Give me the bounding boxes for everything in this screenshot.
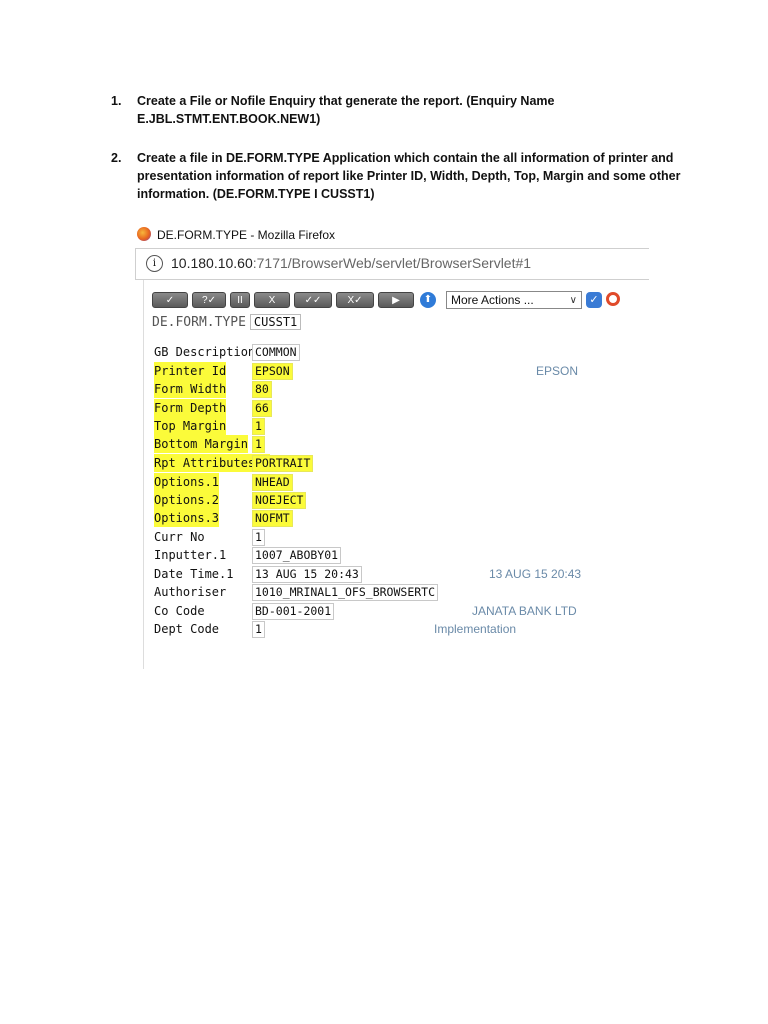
field-label: Date Time.1 <box>154 567 234 581</box>
field-value[interactable]: 1 <box>252 621 265 638</box>
step-text-end: ) <box>370 187 375 201</box>
field-enrichment: EPSON <box>536 364 579 378</box>
field-enrichment: JANATA BANK LTD <box>472 604 577 618</box>
field-value[interactable]: 13 AUG 15 20:43 <box>252 566 362 583</box>
t24-form-panel: ✓ ?✓ II X ✓✓ X✓ ▶ ⬆ More Actions ... ∨ ✓… <box>143 280 650 669</box>
application-label: DE.FORM.TYPE <box>152 315 246 330</box>
validate-button[interactable]: ?✓ <box>192 292 226 308</box>
hold-button[interactable]: II <box>230 292 250 308</box>
step-text: Create a File or Nofile Enquiry that gen… <box>137 94 467 108</box>
field-label: Options.2 <box>154 491 220 509</box>
help-lifebuoy-icon[interactable] <box>606 292 620 306</box>
step-text: Create a file in <box>137 151 226 165</box>
field-value[interactable]: PORTRAIT <box>252 455 314 472</box>
step-number: 1. <box>111 94 122 108</box>
window-titlebar: DE.FORM.TYPE - Mozilla Firefox <box>135 222 649 248</box>
field-label: Form Depth <box>154 399 227 417</box>
field-label: Authoriser <box>154 585 227 599</box>
field-label: Inputter.1 <box>154 548 227 562</box>
field-label: Dept Code <box>154 622 220 636</box>
reverse-button[interactable]: X✓ <box>336 292 374 308</box>
field-value[interactable]: 1 <box>252 418 265 435</box>
firefox-icon <box>137 227 151 241</box>
url-host: 10.180.10.60 <box>171 255 253 271</box>
field-value[interactable]: 1007_ABOBY01 <box>252 547 342 564</box>
field-value[interactable]: 1 <box>252 529 265 546</box>
field-value[interactable]: 80 <box>252 381 272 398</box>
delete-button[interactable]: X <box>254 292 290 308</box>
field-label: Options.1 <box>154 473 220 491</box>
field-value[interactable]: NHEAD <box>252 474 293 491</box>
field-value[interactable]: EPSON <box>252 363 293 380</box>
step-1: 1. Create a File or Nofile Enquiry that … <box>111 92 677 128</box>
record-id[interactable]: CUSST1 <box>249 314 302 330</box>
step-app-name: DE.FORM.TYPE <box>225 151 320 165</box>
window-title: DE.FORM.TYPE - Mozilla Firefox <box>157 228 336 242</box>
field-value[interactable]: BD-001-2001 <box>252 603 335 620</box>
field-value[interactable]: COMMON <box>252 344 300 361</box>
field-label: GB Description <box>154 345 256 359</box>
field-value[interactable]: NOFMT <box>252 510 293 527</box>
field-label: Options.3 <box>154 509 220 527</box>
commit-button[interactable]: ✓ <box>152 292 188 308</box>
field-label: Co Code <box>154 604 205 618</box>
authorise-button[interactable]: ✓✓ <box>294 292 332 308</box>
field-label: Curr No <box>154 530 205 544</box>
upload-icon[interactable]: ⬆ <box>420 292 436 308</box>
info-icon[interactable]: i <box>146 255 163 272</box>
url-bar[interactable]: i 10.180.10.60:7171/BrowserWeb/servlet/B… <box>135 248 649 280</box>
field-label: Printer Id <box>154 362 227 380</box>
step-record-ref: DE.FORM.TYPE I CUSST1 <box>216 187 371 201</box>
url-text[interactable]: 10.180.10.60:7171/BrowserWeb/servlet/Bro… <box>171 255 531 271</box>
chevron-down-icon: ∨ <box>569 295 577 306</box>
field-label: Bottom Margin <box>154 435 248 453</box>
field-value[interactable]: 1 <box>252 436 265 453</box>
more-actions-select[interactable]: More Actions ... ∨ <box>446 291 582 309</box>
step-2: 2. Create a file in DE.FORM.TYPE Applica… <box>111 149 682 203</box>
field-enrichment: Implementation <box>434 622 517 636</box>
more-actions-label: More Actions ... <box>451 293 534 307</box>
field-value[interactable]: 1010_MRINAL1_OFS_BROWSERTC <box>252 584 439 601</box>
step-number: 2. <box>111 151 122 165</box>
url-path: :7171/BrowserWeb/servlet/BrowserServlet#… <box>252 255 532 271</box>
next-button[interactable]: ▶ <box>378 292 414 308</box>
field-enrichment: 13 AUG 15 20:43 <box>489 567 582 581</box>
browser-screenshot: DE.FORM.TYPE - Mozilla Firefox i 10.180.… <box>135 222 650 669</box>
field-value[interactable]: 66 <box>252 400 272 417</box>
field-label: Top Margin <box>154 417 227 435</box>
field-value[interactable]: NOEJECT <box>252 492 307 509</box>
record-header: DE.FORM.TYPE CUSST1 <box>152 314 302 330</box>
go-check-icon[interactable]: ✓ <box>586 292 602 308</box>
field-label: Form Width <box>154 380 227 398</box>
